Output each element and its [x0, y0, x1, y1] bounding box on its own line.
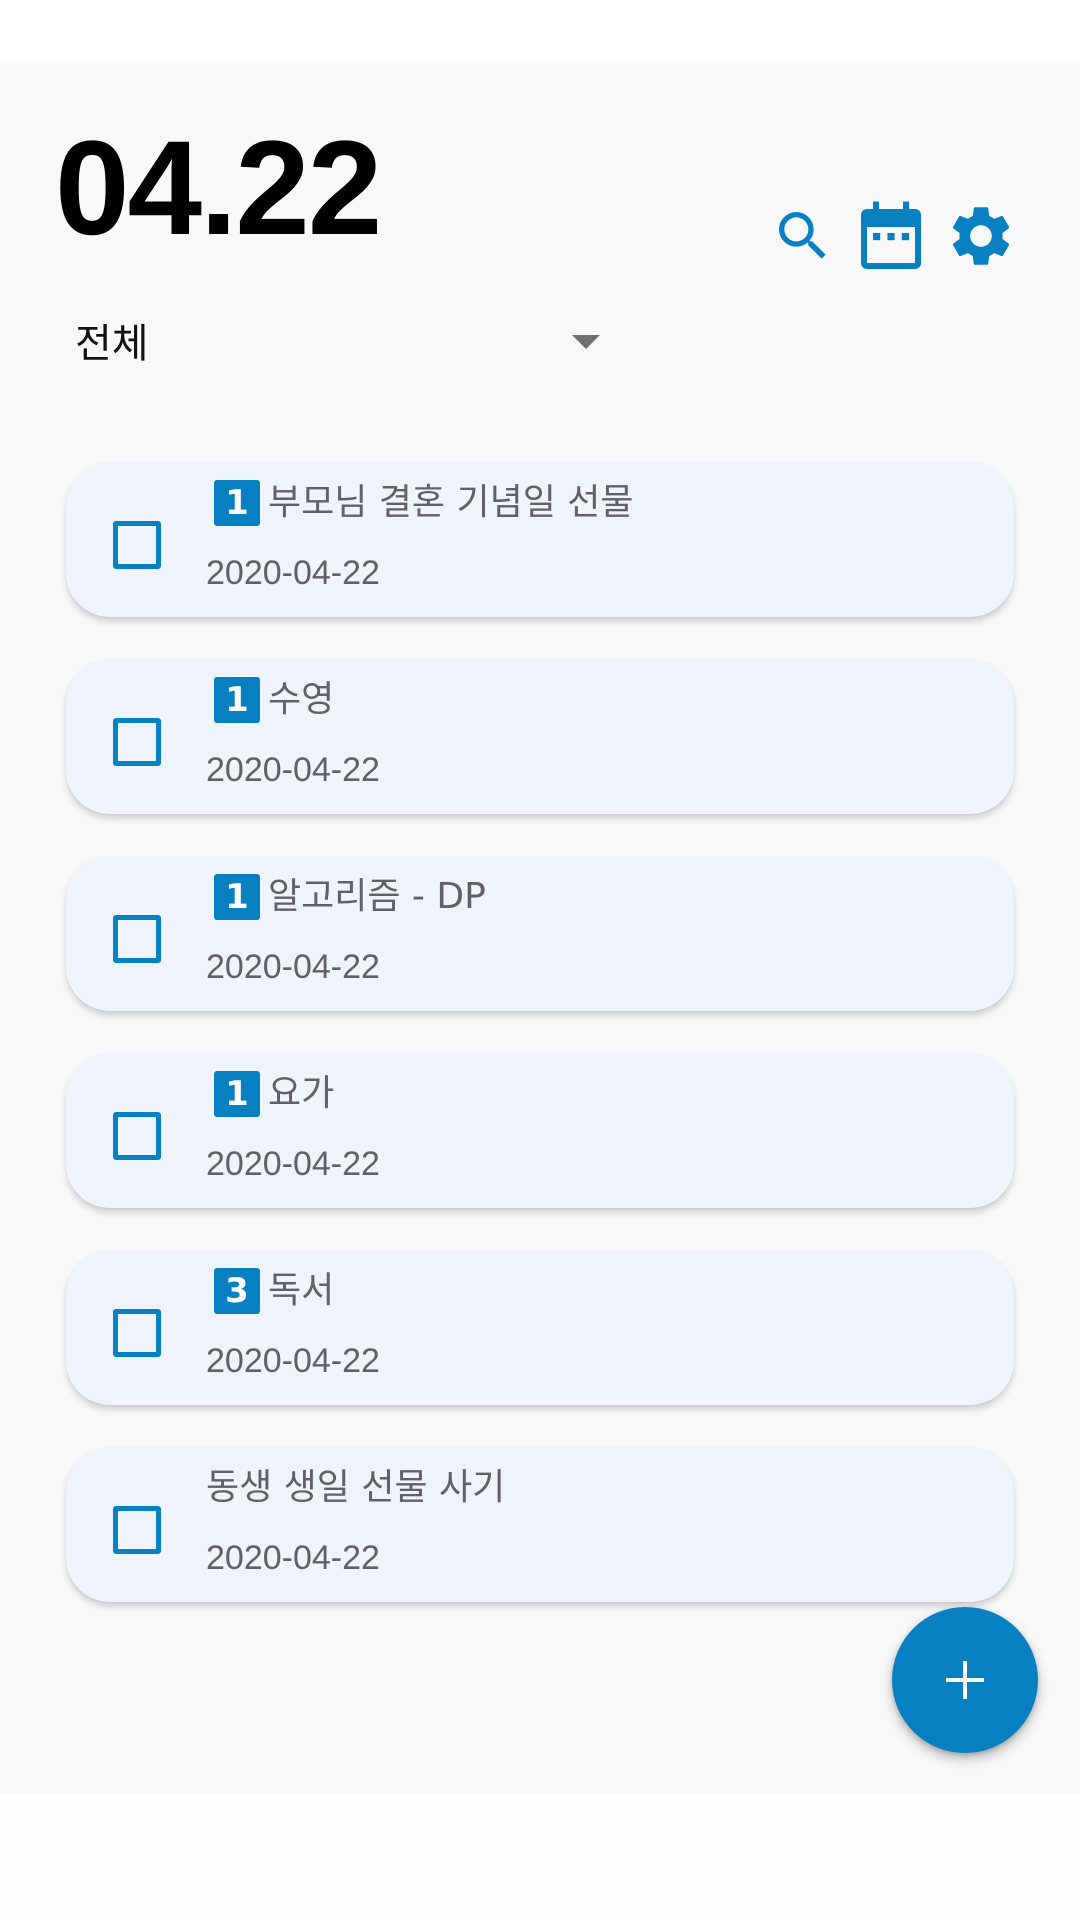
todo-checkbox[interactable] — [113, 521, 161, 569]
todo-item[interactable]: 동생 생일 선물 사기 2020-04-22 — [66, 1447, 1014, 1602]
todo-item[interactable]: 3 독서 2020-04-22 — [66, 1250, 1014, 1405]
todo-checkbox[interactable] — [113, 1112, 161, 1160]
todo-item[interactable]: 1 부모님 결혼 기념일 선물 2020-04-22 — [66, 462, 1014, 617]
todo-title: 수영 — [268, 679, 335, 720]
todo-title-row: 동생 생일 선물 사기 — [206, 1463, 505, 1513]
todo-checkbox[interactable] — [113, 1506, 161, 1554]
todo-title: 알고리즘 - DP — [268, 876, 486, 917]
calendar-button[interactable] — [853, 198, 929, 274]
todo-title: 요가 — [268, 1073, 335, 1114]
todo-date: 2020-04-22 — [206, 554, 380, 592]
priority-badge: 1 — [214, 1071, 260, 1117]
todo-date: 2020-04-22 — [206, 1539, 380, 1577]
filter-selected-label: 전체 — [75, 321, 149, 367]
todo-item[interactable]: 1 알고리즘 - DP 2020-04-22 — [66, 856, 1014, 1011]
settings-button[interactable] — [943, 198, 1019, 274]
dropdown-arrow-icon — [572, 335, 600, 349]
todo-date: 2020-04-22 — [206, 1342, 380, 1380]
todo-title-row: 3 독서 — [206, 1266, 334, 1316]
todo-checkbox[interactable] — [113, 718, 161, 766]
todo-title: 독서 — [268, 1270, 335, 1311]
gear-icon — [952, 207, 1010, 265]
todo-item[interactable]: 1 요가 2020-04-22 — [66, 1053, 1014, 1208]
search-button[interactable] — [765, 198, 841, 274]
calendar-icon — [861, 201, 921, 269]
todo-title: 부모님 결혼 기념일 선물 — [268, 482, 634, 523]
search-icon — [779, 212, 826, 259]
page-title: 04.22 — [55, 114, 382, 263]
priority-badge: 3 — [214, 1268, 260, 1314]
status-bar — [0, 0, 1080, 63]
todo-title: 동생 생일 선물 사기 — [206, 1467, 506, 1508]
todo-item[interactable]: 1 수영 2020-04-22 — [66, 659, 1014, 814]
priority-badge: 1 — [214, 677, 260, 723]
todo-checkbox[interactable] — [113, 915, 161, 963]
add-todo-button[interactable] — [892, 1607, 1038, 1753]
todo-date: 2020-04-22 — [206, 1145, 380, 1183]
todo-checkbox[interactable] — [113, 1309, 161, 1357]
todo-title-row: 1 알고리즘 - DP — [206, 872, 486, 922]
todo-title-row: 1 수영 — [206, 675, 334, 725]
priority-badge: 1 — [214, 874, 260, 920]
todo-date: 2020-04-22 — [206, 751, 380, 789]
todo-title-row: 1 요가 — [206, 1069, 334, 1119]
todo-title-row: 1 부모님 결혼 기념일 선물 — [206, 478, 634, 528]
plus-icon — [946, 1661, 984, 1699]
priority-badge: 1 — [214, 480, 260, 526]
todo-date: 2020-04-22 — [206, 948, 380, 986]
category-filter-dropdown[interactable]: 전체 — [75, 312, 605, 376]
